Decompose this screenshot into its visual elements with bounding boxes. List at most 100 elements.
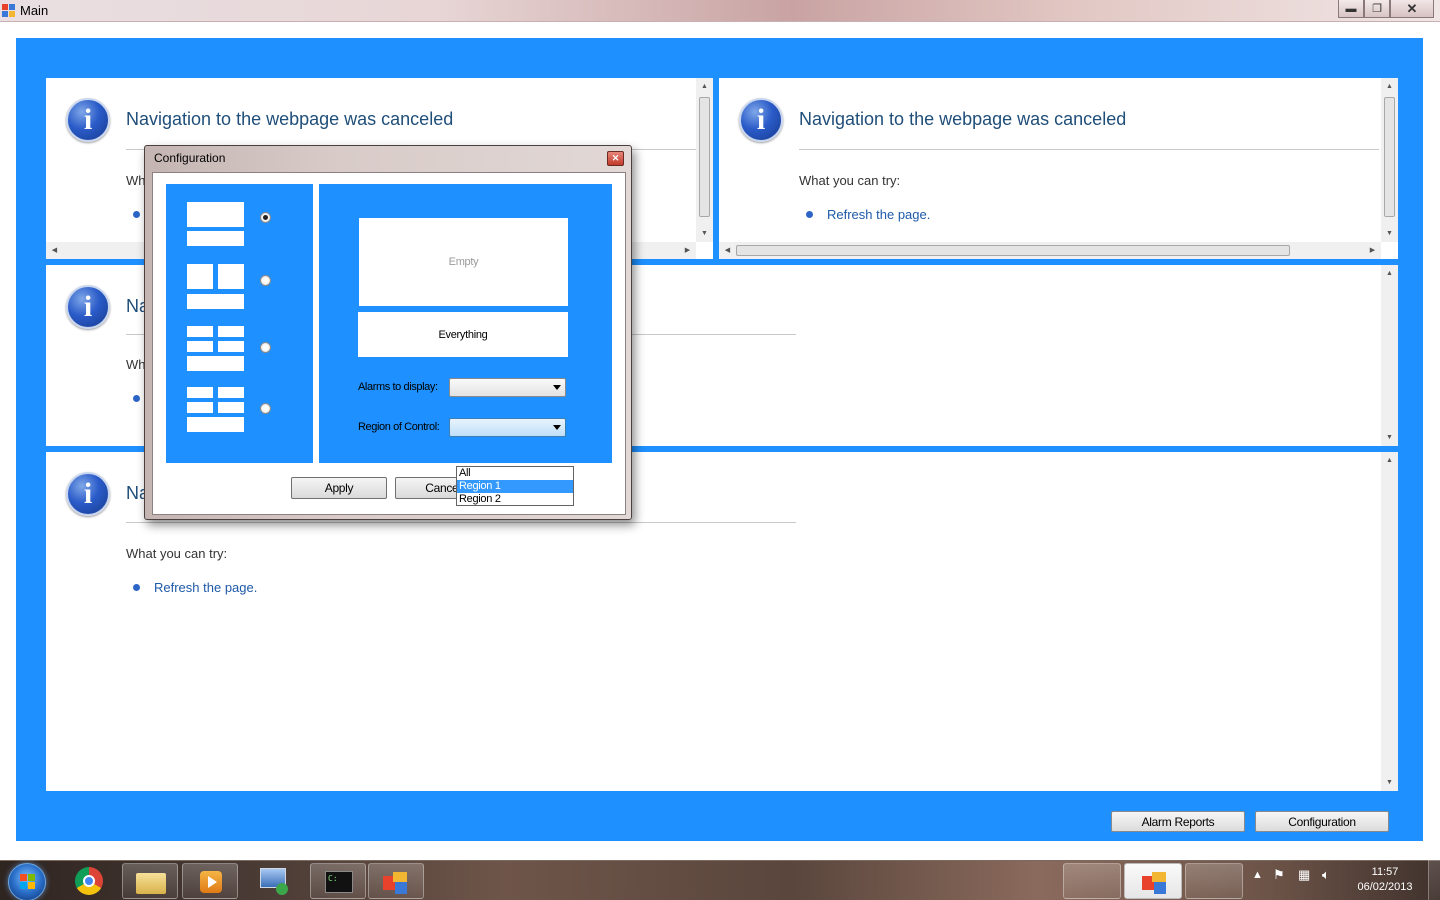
taskbar-main-app[interactable] [368,863,424,899]
main-app-icon [1142,872,1168,894]
close-button[interactable]: ✕ [1390,0,1434,18]
window-title: Main [20,3,49,18]
preview-panel: Empty Everything Alarms to display: Regi… [319,184,612,463]
taskbar-command-prompt[interactable]: C: [310,863,366,899]
window-title-bar: Main ▬ ❐ ✕ [0,0,1440,22]
region-option-region-1[interactable]: Region 1 [457,480,573,493]
chevron-down-icon [553,425,561,430]
scroll-up-icon[interactable]: ▲ [1381,265,1398,282]
refresh-link[interactable]: Refresh the page. [827,207,930,222]
taskbar-file-explorer[interactable] [122,863,178,899]
what-you-can-try: Wh [126,357,146,372]
region-of-control-dropdown[interactable] [449,418,566,437]
scroll-thumb[interactable] [1384,97,1395,217]
windows-logo-icon [20,874,36,890]
vertical-scrollbar[interactable]: ▲ ▼ [1381,265,1398,446]
chevron-down-icon [553,385,561,390]
vertical-scrollbar[interactable]: ▲ ▼ [1381,78,1398,242]
taskbar-media-player[interactable] [182,863,238,899]
maximize-button[interactable]: ❐ [1364,0,1390,18]
taskbar-thumbnail-2[interactable] [1185,863,1243,899]
layout-option-4-icon[interactable] [187,387,244,433]
scroll-up-icon[interactable]: ▲ [696,78,713,95]
scroll-right-icon[interactable]: ▶ [679,242,696,259]
taskbar-chrome[interactable] [62,863,118,899]
folder-icon [136,873,166,894]
layout-options-panel [166,184,313,463]
scroll-thumb[interactable] [736,245,1290,256]
bullet-icon [133,211,140,218]
what-you-can-try: What you can try: [799,173,901,188]
scroll-left-icon[interactable]: ◀ [719,242,736,259]
preview-region-everything[interactable]: Everything [358,312,568,357]
dialog-title: Configuration [154,151,226,165]
taskbar-remote-desktop[interactable] [248,863,304,899]
preview-region-empty[interactable]: Empty [359,218,568,306]
bullet-icon [133,584,140,591]
scroll-left-icon[interactable]: ◀ [46,242,63,259]
dialog-body: Empty Everything Alarms to display: Regi… [152,172,626,515]
main-app-icon [383,872,409,894]
what-you-can-try: What you can try: [126,546,228,561]
scroll-right-icon[interactable]: ▶ [1364,242,1381,259]
region-dropdown-list: All Region 1 Region 2 [456,466,574,506]
layout-option-2-icon[interactable] [187,264,244,310]
volume-icon[interactable]: 🔈︎ [1322,867,1330,883]
vertical-scrollbar[interactable]: ▲ ▼ [1381,452,1398,791]
app-icon [2,4,16,18]
bullet-icon [133,395,140,402]
configuration-dialog: Configuration ✕ Empty Everything Alarms … [144,145,632,520]
configuration-button[interactable]: Configuration [1255,811,1389,832]
taskbar-thumbnail-main[interactable] [1124,863,1182,899]
layout-option-1-icon[interactable] [187,202,244,247]
info-icon: i [66,472,110,516]
dialog-close-button[interactable]: ✕ [607,151,624,166]
layout-option-4-radio[interactable] [260,403,271,414]
region-option-all[interactable]: All [457,467,573,480]
show-hidden-icons-icon[interactable]: ▲ [1252,869,1263,881]
pane-title: Navigation to the webpage was canceled [126,109,454,129]
clock-date: 06/02/2013 [1357,881,1413,893]
horizontal-scrollbar[interactable]: ◀ ▶ [719,242,1381,259]
region-option-region-2[interactable]: Region 2 [457,493,573,506]
vertical-scrollbar[interactable]: ▲ ▼ [696,78,713,242]
action-center-flag-icon[interactable]: ⚑ [1273,867,1285,883]
divider [126,522,796,523]
scroll-down-icon[interactable]: ▼ [696,225,713,242]
show-desktop-button[interactable] [1428,860,1440,900]
pane-title: Navigation to the webpage was canceled [799,109,1127,129]
scroll-down-icon[interactable]: ▼ [1381,774,1398,791]
layout-option-3-icon[interactable] [187,326,244,372]
command-prompt-icon: C: [325,871,353,893]
start-button[interactable] [8,863,46,900]
scroll-up-icon[interactable]: ▲ [1381,78,1398,95]
info-icon: i [739,98,783,142]
layout-option-3-radio[interactable] [260,342,271,353]
taskbar: C: ▲ ⚑ ▦ 🔈︎ [0,860,1440,900]
alarm-reports-button[interactable]: Alarm Reports [1111,811,1245,832]
info-icon: i [66,285,110,329]
scroll-up-icon[interactable]: ▲ [1381,452,1398,469]
scroll-down-icon[interactable]: ▼ [1381,429,1398,446]
alarms-to-display-dropdown[interactable] [449,378,566,397]
alarms-to-display-label: Alarms to display: [358,381,438,393]
layout-option-2-radio[interactable] [260,275,271,286]
green-arrow-icon [276,883,288,895]
bullet-icon [806,211,813,218]
taskbar-thumbnail-1[interactable] [1063,863,1121,899]
network-icon[interactable]: ▦ [1298,867,1310,883]
taskbar-clock[interactable]: 11:57 06/02/2013 [1346,865,1424,895]
chrome-icon [75,867,103,895]
scroll-down-icon[interactable]: ▼ [1381,225,1398,242]
layout-option-1-radio[interactable] [260,212,271,223]
apply-button[interactable]: Apply [291,477,387,499]
what-you-can-try: Wh [126,173,146,188]
clock-time: 11:57 [1371,866,1399,878]
minimize-button[interactable]: ▬ [1338,0,1364,18]
refresh-link[interactable]: Refresh the page. [154,580,257,595]
divider [799,149,1379,150]
media-player-icon [200,871,222,893]
info-icon: i [66,98,110,142]
scroll-thumb[interactable] [699,97,710,217]
browser-pane-2: i Navigation to the webpage was canceled… [719,78,1398,259]
